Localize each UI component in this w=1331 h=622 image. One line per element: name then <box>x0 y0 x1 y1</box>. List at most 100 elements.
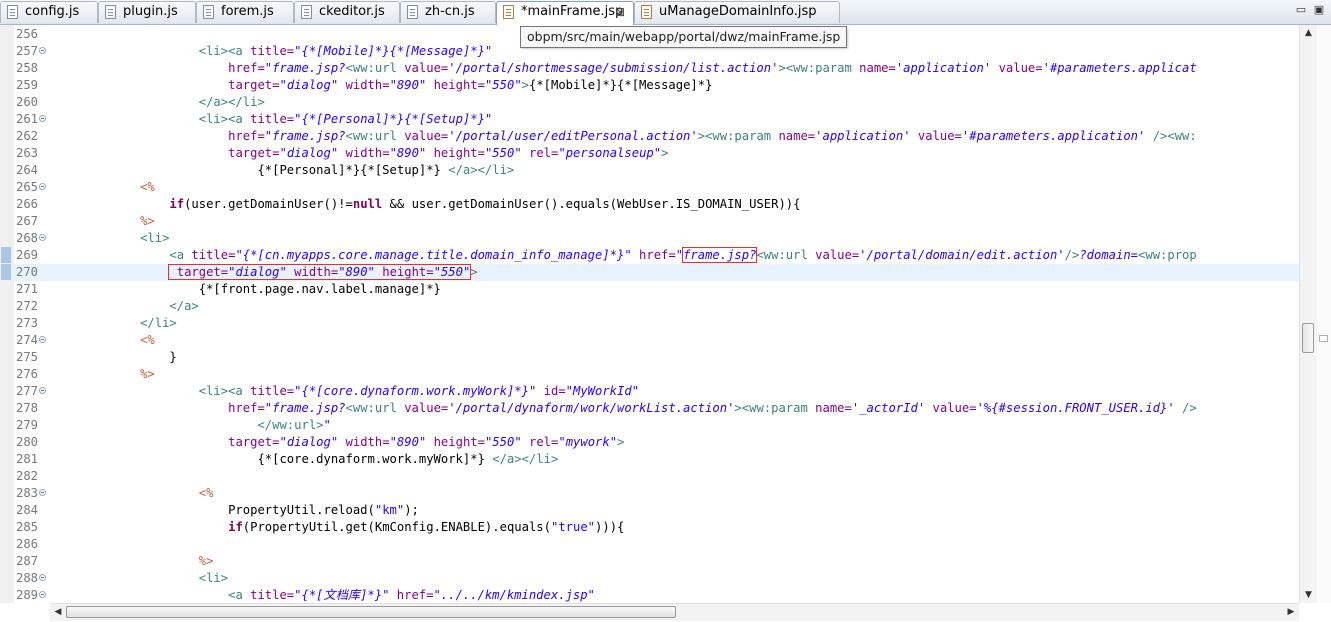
tab-umanagedomaininfo-jsp[interactable]: uManageDomainInfo.jsp <box>634 1 840 23</box>
code-token: </a></li> <box>198 95 265 109</box>
scroll-left-icon[interactable]: ◀ <box>50 604 66 621</box>
horizontal-scroll-thumb[interactable] <box>66 606 676 618</box>
code-line[interactable]: 264 {*[Personal]*}{*[Setup]*} </a></li> <box>0 162 1299 179</box>
line-number: 259 <box>15 78 38 92</box>
code-line[interactable]: 283 <% <box>0 485 1299 502</box>
fold-toggle-icon[interactable] <box>39 115 46 122</box>
overview-ruler-right <box>1317 25 1331 603</box>
tab-config-js[interactable]: config.js <box>0 1 98 23</box>
fold-toggle-icon[interactable] <box>39 47 46 54</box>
code-token: "dialog" <box>279 146 339 160</box>
scroll-right-icon[interactable]: ▶ <box>1283 604 1299 621</box>
horizontal-scrollbar[interactable]: ◀ ▶ <box>50 603 1299 621</box>
overview-marker-icon[interactable] <box>1319 335 1328 342</box>
code-line[interactable]: 269 <a title="{*[cn.myapps.core.manage.t… <box>0 247 1299 264</box>
code-token: {*[Personal]*}{*[Setup]*} <box>52 163 449 177</box>
code-line[interactable]: 284 PropertyUtil.reload("km"); <box>0 502 1299 519</box>
code-token: name= <box>815 401 852 415</box>
code-line[interactable]: 289 <a title="{*[文档库]*}" href="../../km/… <box>0 587 1299 603</box>
tab-ckeditor-js[interactable]: ckeditor.js <box>294 1 400 23</box>
code-line[interactable]: 268 <li> <box>0 230 1299 247</box>
vertical-scroll-thumb[interactable] <box>1302 323 1314 353</box>
scroll-down-icon[interactable]: ▼ <box>1300 587 1317 603</box>
code-line[interactable]: 266 if(user.getDomainUser()!=null && use… <box>0 196 1299 213</box>
fold-toggle-icon[interactable] <box>39 489 46 496</box>
code-token: name= <box>778 129 816 143</box>
close-tab-icon[interactable]: ⊠ <box>615 2 625 22</box>
code-token: </li> <box>140 316 177 330</box>
fold-toggle-icon[interactable] <box>39 234 46 241</box>
code-line[interactable]: 273 </li> <box>0 315 1299 332</box>
code-token: href= <box>228 61 265 75</box>
line-code: <% <box>52 485 214 502</box>
code-token: if <box>169 197 185 211</box>
tab-mainframe-jsp[interactable]: *mainFrame.jsp ⊠ <box>496 1 634 25</box>
code-line[interactable]: 261 <li><a title="{*[Personal]*}{*[Setup… <box>0 111 1299 128</box>
line-number: 280 <box>15 435 38 449</box>
code-line[interactable]: 265 <% <box>0 179 1299 196</box>
code-line[interactable]: 286 <box>0 536 1299 553</box>
code-token: <ww:url <box>345 129 405 143</box>
code-line[interactable]: 279 </ww:url>" <box>0 417 1299 434</box>
code-line[interactable]: 280 target="dialog" width="890" height="… <box>0 434 1299 451</box>
js-file-icon <box>203 5 214 19</box>
code-line[interactable]: 263 target="dialog" width="890" height="… <box>0 145 1299 162</box>
maximize-icon[interactable]: ▣ <box>1311 3 1327 17</box>
code-token: "550" <box>433 265 471 279</box>
code-line[interactable]: 258 href="frame.jsp?<ww:url value='/port… <box>0 60 1299 77</box>
code-editor[interactable]: 256 257 <li><a title="{*[Mobile]*}{*[Mess… <box>0 25 1299 603</box>
code-token: <li><a <box>198 384 251 398</box>
line-number: 256 <box>15 27 38 41</box>
code-line[interactable]: 281 {*[core.dynaform.work.myWork]*} </a>… <box>0 451 1299 468</box>
code-line[interactable]: 288 <li> <box>0 570 1299 587</box>
code-line[interactable]: 260 </a></li> <box>0 94 1299 111</box>
tab-plugin-js[interactable]: plugin.js <box>98 1 196 23</box>
code-line[interactable]: 282 <box>0 468 1299 485</box>
code-line[interactable]: 272 </a> <box>0 298 1299 315</box>
code-token: %> <box>140 214 155 228</box>
code-line[interactable]: 276 %> <box>0 366 1299 383</box>
code-line[interactable]: 259 target="dialog" width="890" height="… <box>0 77 1299 94</box>
line-code: %> <box>52 366 155 383</box>
code-token: <ww:param <box>705 129 779 143</box>
code-token: title= <box>191 248 236 262</box>
fold-toggle-icon[interactable] <box>39 574 46 581</box>
minimize-icon[interactable]: ▭ <box>1293 3 1309 17</box>
code-line[interactable]: 270 target="dialog" width="890" height="… <box>0 264 1299 281</box>
scroll-up-icon[interactable]: ▲ <box>1300 25 1317 41</box>
code-token: value= <box>404 401 449 415</box>
code-line[interactable]: 285 if(PropertyUtil.get(KmConfig.ENABLE)… <box>0 519 1299 536</box>
code-line[interactable]: 287 %> <box>0 553 1299 570</box>
code-line[interactable]: 277 <li><a title="{*[core.dynaform.work.… <box>0 383 1299 400</box>
tab-forem-js[interactable]: forem.js <box>196 1 294 23</box>
code-line[interactable]: 274 <% <box>0 332 1299 349</box>
code-line[interactable]: 262 href="frame.jsp?<ww:url value='/port… <box>0 128 1299 145</box>
vertical-scrollbar[interactable]: ▲ ▼ <box>1299 25 1317 603</box>
fold-toggle-icon[interactable] <box>39 183 46 190</box>
line-code: <a title="{*[文档库]*}" href="../../km/kmin… <box>52 587 595 603</box>
fold-toggle-icon[interactable] <box>39 336 46 343</box>
code-line[interactable]: 275 } <box>0 349 1299 366</box>
code-line[interactable]: 278 href="frame.jsp?<ww:url value='/port… <box>0 400 1299 417</box>
code-line[interactable]: 267 %> <box>0 213 1299 230</box>
fold-toggle-icon[interactable] <box>39 591 46 598</box>
code-token: <li><a <box>198 112 251 126</box>
line-code: target="dialog" width="890" height="550"… <box>52 264 478 281</box>
line-number: 262 <box>15 129 38 143</box>
code-token: "{*[文档库]*}" <box>294 588 390 602</box>
code-line[interactable]: 271 {*[front.page.nav.label.manage]*} <box>0 281 1299 298</box>
line-code: </ww:url>" <box>52 417 330 434</box>
tab-zh-cn-js[interactable]: zh-cn.js <box>400 1 496 23</box>
fold-toggle-icon[interactable] <box>39 387 46 394</box>
line-code: href="frame.jsp?<ww:url value='/portal/d… <box>52 400 1197 417</box>
